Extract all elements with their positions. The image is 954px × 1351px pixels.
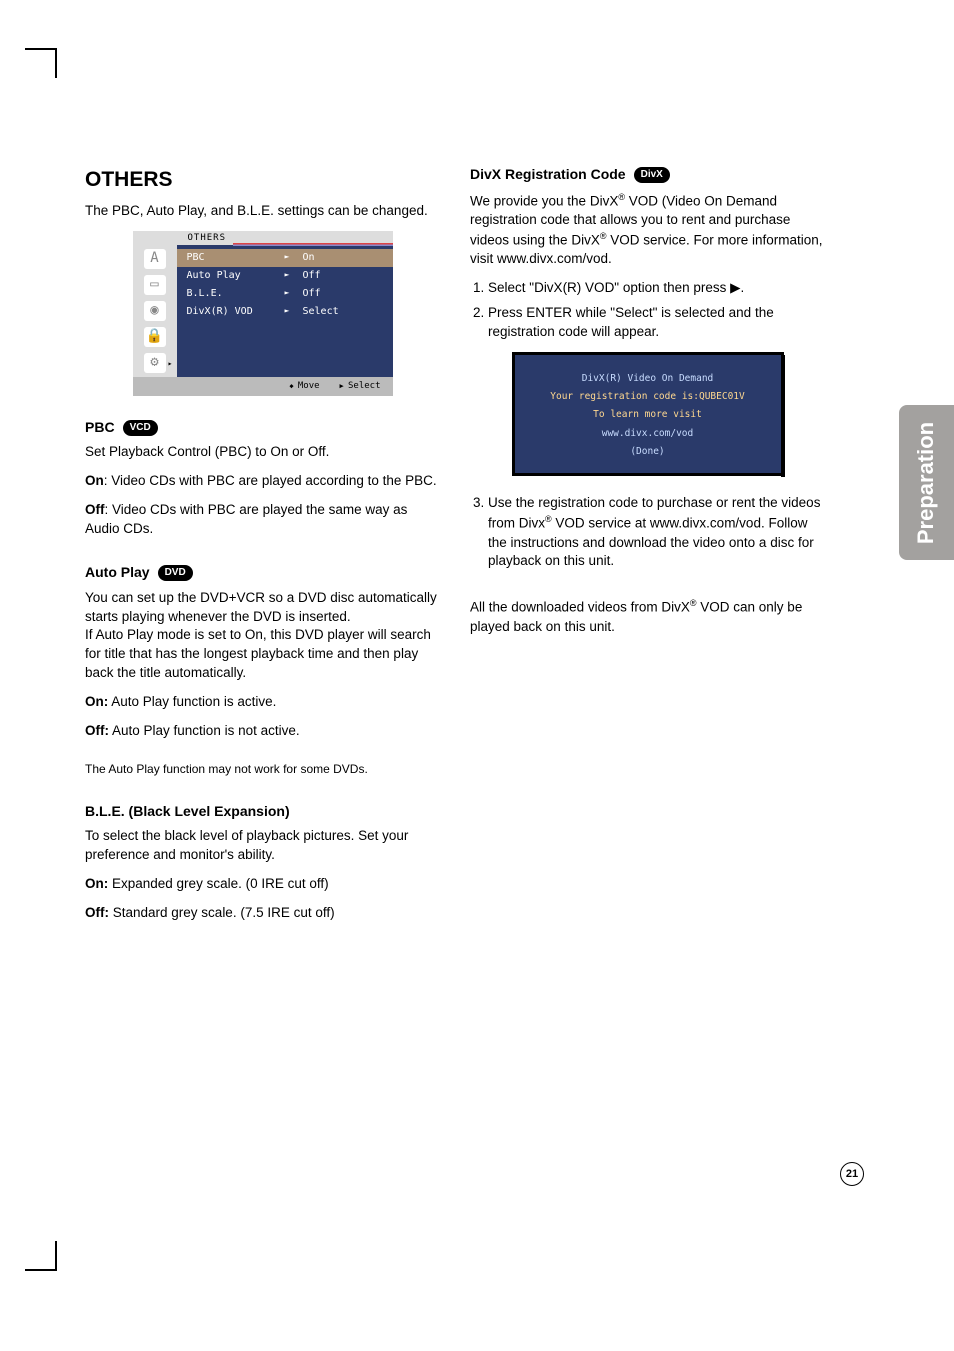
right-column: DivX Registration Code DivX We provide y… xyxy=(470,165,825,947)
osd-footer: Move Select xyxy=(133,377,393,396)
dvd-badge: DVD xyxy=(158,565,193,581)
audio-icon: ◉ xyxy=(144,301,166,321)
language-icon: A xyxy=(144,249,166,269)
heading-divx: DivX Registration Code DivX xyxy=(470,165,825,185)
section-divx: DivX Registration Code DivX We provide y… xyxy=(470,165,825,637)
divx-steps: Select "DivX(R) VOD" option then press ▶… xyxy=(470,279,825,342)
section-tab: Preparation xyxy=(899,405,954,560)
heading-autoplay: Auto Play DVD xyxy=(85,563,440,583)
osd-list: PBC ► On Auto Play ► Off B.L.E. ► Of xyxy=(177,245,393,377)
section-ble: B.L.E. (Black Level Expansion) To select… xyxy=(85,802,440,923)
intro-text: The PBC, Auto Play, and B.L.E. settings … xyxy=(85,202,440,221)
crop-mark-top xyxy=(55,48,57,78)
page-number: 21 xyxy=(840,1162,864,1186)
lock-icon: 🔒 xyxy=(144,327,166,347)
divx-note: All the downloaded videos from DivX® VOD… xyxy=(470,597,825,636)
page-content: OTHERS The PBC, Auto Play, and B.L.E. se… xyxy=(85,165,845,947)
others-icon: ⚙ xyxy=(144,353,166,373)
step-1: Select "DivX(R) VOD" option then press ▶… xyxy=(488,279,825,298)
heading-pbc: PBC VCD xyxy=(85,418,440,438)
section-autoplay: Auto Play DVD You can set up the DVD+VCR… xyxy=(85,563,440,778)
step-2: Press ENTER while "Select" is selected a… xyxy=(488,304,825,342)
heading-others: OTHERS xyxy=(85,165,440,194)
autoplay-note: The Auto Play function may not work for … xyxy=(85,761,440,778)
osd-row: DivX(R) VOD ► Select xyxy=(177,303,393,321)
osd-menu-figure: OTHERS A ▭ ◉ 🔒 ⚙ PBC ► On xyxy=(133,231,393,396)
divx-badge: DivX xyxy=(634,167,670,183)
step-3: Use the registration code to purchase or… xyxy=(488,494,825,571)
display-icon: ▭ xyxy=(144,275,166,295)
vcd-badge: VCD xyxy=(123,420,158,436)
heading-ble: B.L.E. (Black Level Expansion) xyxy=(85,802,440,822)
section-pbc: PBC VCD Set Playback Control (PBC) to On… xyxy=(85,418,440,539)
crop-mark-bottom xyxy=(55,1241,57,1271)
section-tab-label: Preparation xyxy=(914,421,940,543)
osd-icon-column: A ▭ ◉ 🔒 ⚙ xyxy=(133,245,177,377)
osd-row: PBC ► On xyxy=(177,249,393,267)
divx-dialog-figure: DivX(R) Video On Demand Your registratio… xyxy=(512,352,784,476)
left-column: OTHERS The PBC, Auto Play, and B.L.E. se… xyxy=(85,165,440,947)
osd-row: Auto Play ► Off xyxy=(177,267,393,285)
osd-row: B.L.E. ► Off xyxy=(177,285,393,303)
